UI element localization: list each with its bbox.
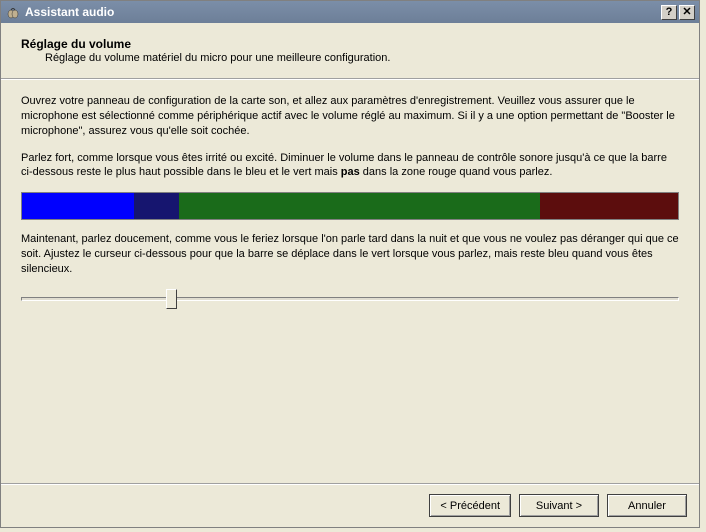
volume-segment-green — [179, 193, 540, 219]
para2-bold: pas — [341, 166, 360, 178]
wizard-header: Réglage du volume Réglage du volume maté… — [1, 23, 699, 72]
page-title: Réglage du volume — [21, 37, 679, 51]
app-icon — [5, 4, 21, 20]
previous-button[interactable]: < Précédent — [429, 494, 511, 517]
volume-segment-red — [540, 193, 678, 219]
help-button[interactable]: ? — [661, 5, 677, 20]
instructions-para-2: Parlez fort, comme lorsque vous êtes irr… — [21, 151, 679, 181]
close-button[interactable]: ✕ — [679, 5, 695, 20]
titlebar: Assistant audio ? ✕ — [1, 1, 699, 23]
sensitivity-slider[interactable] — [21, 289, 679, 309]
slider-track — [21, 297, 679, 301]
slider-thumb[interactable] — [166, 289, 177, 309]
main-area: Ouvrez votre panneau de configuration de… — [1, 90, 699, 483]
instructions-para-3: Maintenant, parlez doucement, comme vous… — [21, 232, 679, 277]
header-separator — [1, 78, 699, 80]
instructions-para-1: Ouvrez votre panneau de configuration de… — [21, 94, 679, 139]
next-button[interactable]: Suivant > — [519, 494, 599, 517]
content-area: Réglage du volume Réglage du volume maté… — [1, 23, 699, 527]
volume-meter — [21, 192, 679, 220]
volume-segment-darkblue — [134, 193, 180, 219]
para2-post: dans la zone rouge quand vous parlez. — [360, 166, 553, 178]
page-subtitle: Réglage du volume matériel du micro pour… — [21, 52, 679, 64]
volume-segment-blue — [22, 193, 134, 219]
window-title: Assistant audio — [25, 5, 659, 19]
wizard-window: Assistant audio ? ✕ Réglage du volume Ré… — [0, 0, 700, 528]
wizard-footer: < Précédent Suivant > Annuler — [1, 483, 699, 527]
cancel-button[interactable]: Annuler — [607, 494, 687, 517]
